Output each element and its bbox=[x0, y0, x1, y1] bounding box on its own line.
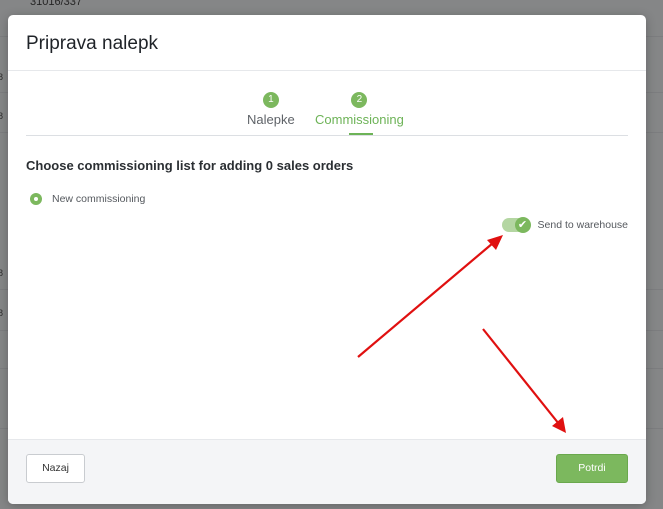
dialog-footer: Nazaj Potrdi bbox=[8, 439, 646, 504]
step-number-badge: 1 bbox=[262, 92, 279, 108]
confirm-button[interactable]: Potrdi bbox=[556, 454, 628, 483]
section-title: Choose commissioning list for adding 0 s… bbox=[26, 158, 354, 173]
step-nalepke[interactable]: 1 Nalepke bbox=[247, 92, 295, 127]
send-to-warehouse-toggle[interactable]: ✔ bbox=[501, 217, 531, 233]
toggle-label: Send to warehouse bbox=[537, 219, 628, 231]
header-divider bbox=[8, 70, 646, 71]
step-commissioning[interactable]: 2 Commissioning bbox=[315, 92, 404, 127]
radio-selected-icon[interactable] bbox=[30, 193, 42, 205]
active-step-indicator bbox=[349, 133, 373, 135]
step-label: Commissioning bbox=[315, 112, 404, 127]
dialog-title: Priprava nalepk bbox=[26, 33, 159, 54]
check-icon: ✔ bbox=[514, 217, 531, 233]
steps-divider bbox=[26, 135, 628, 136]
step-number-badge: 2 bbox=[351, 92, 368, 108]
send-to-warehouse-toggle-row[interactable]: ✔ Send to warehouse bbox=[501, 217, 628, 233]
step-label: Nalepke bbox=[247, 112, 295, 127]
radio-option-new-commissioning[interactable]: New commissioning bbox=[30, 193, 145, 205]
radio-label: New commissioning bbox=[52, 193, 146, 205]
back-button[interactable]: Nazaj bbox=[26, 454, 85, 483]
label-preparation-dialog: Priprava nalepk 1 Nalepke 2 Commissionin… bbox=[8, 15, 646, 504]
